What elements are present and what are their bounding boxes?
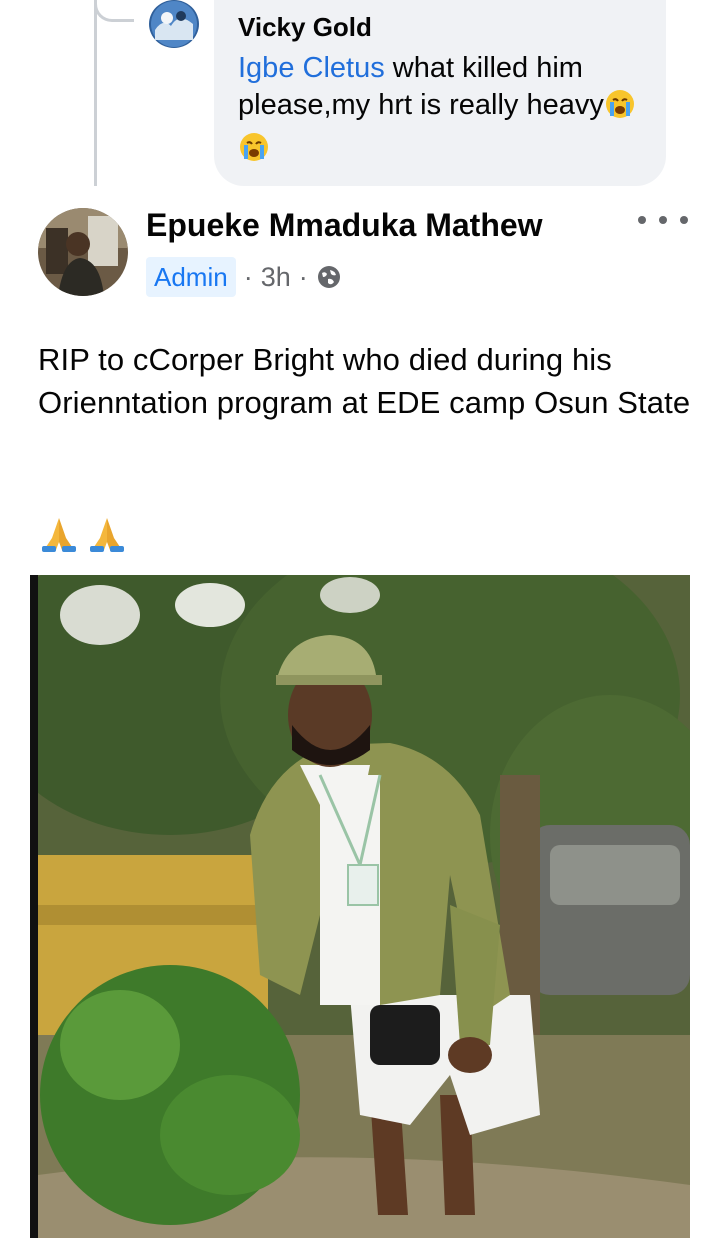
globe-icon[interactable] [316,264,342,290]
post-photo[interactable] [30,575,690,1238]
comment-bubble: Vicky Gold Igbe Cletus what killed him p… [214,0,666,186]
folded-hands-icon [86,512,128,559]
meta-separator: · [298,261,308,292]
comment-text: Igbe Cletus what killed him please,my hr… [238,50,642,173]
more-options-icon[interactable] [638,208,688,232]
admin-badge[interactable]: Admin [146,257,236,297]
comment-thread-line [94,0,97,186]
post-author-name[interactable]: Epueke Mmaduka Mathew [146,205,543,245]
reaction-emoji-row [38,512,128,559]
post-author-avatar[interactable] [38,208,128,296]
crying-face-icon [604,88,636,130]
post-text: RIP to cCorper Bright who died during hi… [38,342,691,420]
facebook-post-screen: Vicky Gold Igbe Cletus what killed him p… [0,0,719,1238]
more-dot [680,216,688,224]
crying-face-icon [238,131,270,173]
comment-author-avatar[interactable] [149,0,199,48]
comment-mention[interactable]: Igbe Cletus [238,52,385,84]
reply-connector [94,0,134,22]
folded-hands-icon [38,512,80,559]
comment-author-name[interactable]: Vicky Gold [238,12,642,42]
post-meta-row: Admin · 3h · [146,256,342,298]
more-dot [638,216,646,224]
meta-separator: · [243,261,253,292]
more-dot [659,216,667,224]
post-time[interactable]: 3h [261,262,291,293]
